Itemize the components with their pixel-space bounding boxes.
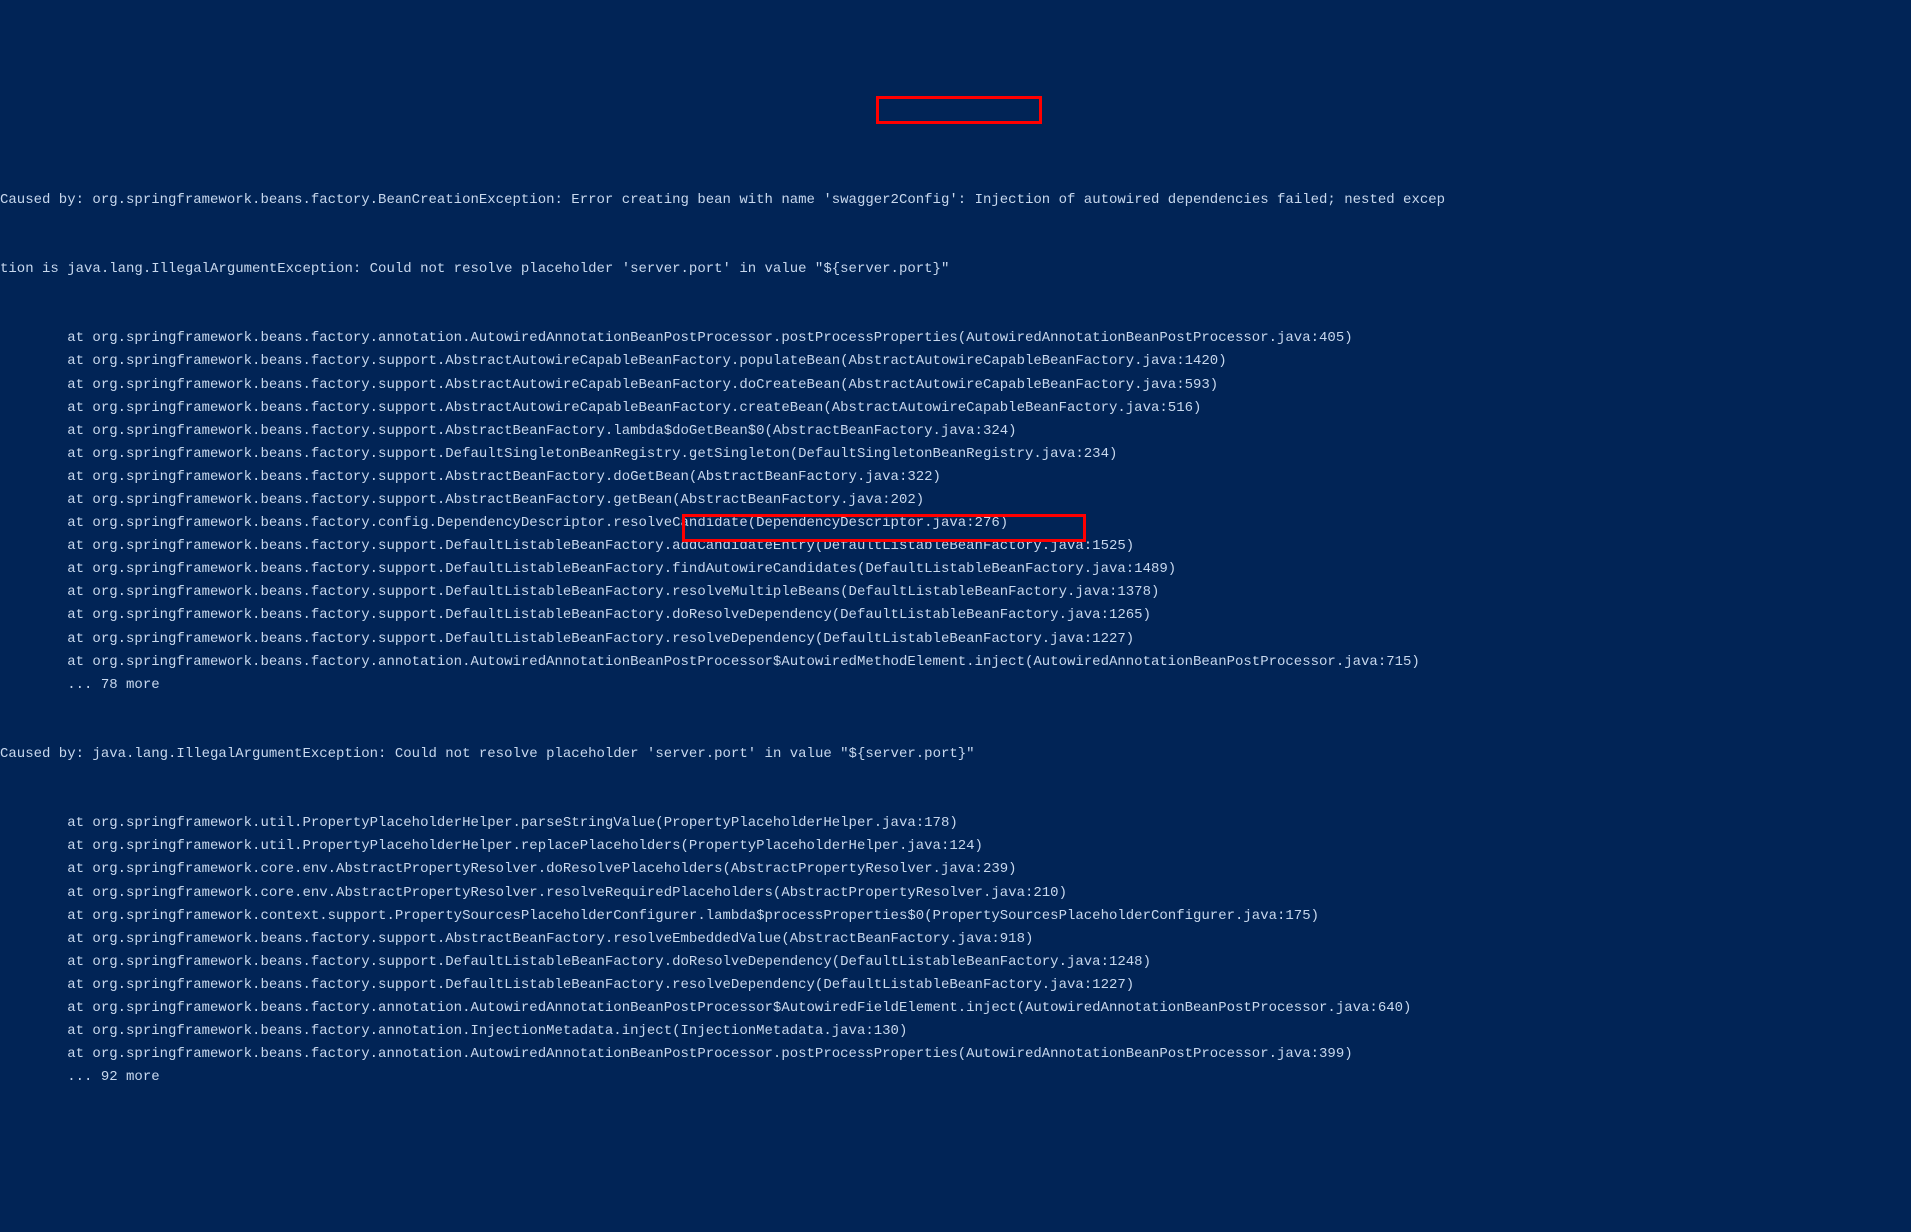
stack-frame: at org.springframework.beans.factory.sup… (0, 535, 1911, 558)
stack-frame: at org.springframework.beans.factory.con… (0, 512, 1911, 535)
stack-frame: at org.springframework.beans.factory.sup… (0, 350, 1911, 373)
stack-frame: at org.springframework.core.env.Abstract… (0, 858, 1911, 881)
stack-frame: ... 92 more (0, 1066, 1911, 1089)
text-segment-highlighted: 'server.port' in value "${server.port}" (639, 746, 975, 762)
stack-frame: at org.springframework.beans.factory.ann… (0, 327, 1911, 350)
stack-frame: at org.springframework.beans.factory.sup… (0, 443, 1911, 466)
stack-frame: at org.springframework.beans.factory.sup… (0, 951, 1911, 974)
stack-frame: at org.springframework.beans.factory.sup… (0, 466, 1911, 489)
stack-frame: at org.springframework.context.support.P… (0, 905, 1911, 928)
text-segment: Injection of autowired dependencies fail… (966, 192, 1445, 208)
stack-frame: at org.springframework.beans.factory.sup… (0, 974, 1911, 997)
stack-frame: ... 78 more (0, 674, 1911, 697)
stack-frame: at org.springframework.beans.factory.ann… (0, 997, 1911, 1020)
stack-frame: at org.springframework.beans.factory.ann… (0, 1020, 1911, 1043)
stack-frame: at org.springframework.beans.factory.sup… (0, 558, 1911, 581)
terminal-output[interactable]: Caused by: org.springframework.beans.fac… (0, 96, 1911, 1112)
stack-frame: at org.springframework.beans.factory.sup… (0, 581, 1911, 604)
exception-header-2: Caused by: java.lang.IllegalArgumentExce… (0, 743, 1911, 766)
stack-frame: at org.springframework.util.PropertyPlac… (0, 812, 1911, 835)
stack-frame: at org.springframework.beans.factory.sup… (0, 420, 1911, 443)
text-segment: Caused by: java.lang.IllegalArgumentExce… (0, 746, 639, 762)
stack-frame: at org.springframework.beans.factory.sup… (0, 628, 1911, 651)
stack-frame: at org.springframework.beans.factory.sup… (0, 397, 1911, 420)
text-segment: Caused by: org.springframework.beans.fac… (0, 192, 823, 208)
stack-frame: at org.springframework.beans.factory.sup… (0, 604, 1911, 627)
stack-frame: at org.springframework.beans.factory.ann… (0, 1043, 1911, 1066)
stack-frame: at org.springframework.beans.factory.ann… (0, 651, 1911, 674)
stack-frame: at org.springframework.util.PropertyPlac… (0, 835, 1911, 858)
highlight-swagger2config (876, 96, 1042, 124)
exception-header-1: Caused by: org.springframework.beans.fac… (0, 189, 1911, 212)
stack-frame: at org.springframework.beans.factory.sup… (0, 489, 1911, 512)
text-segment-highlighted: 'swagger2Config': (823, 192, 966, 208)
stack-frame: at org.springframework.beans.factory.sup… (0, 928, 1911, 951)
exception-header-1-wrap: tion is java.lang.IllegalArgumentExcepti… (0, 258, 1911, 281)
stack-frame: at org.springframework.beans.factory.sup… (0, 374, 1911, 397)
stack-frame: at org.springframework.core.env.Abstract… (0, 882, 1911, 905)
